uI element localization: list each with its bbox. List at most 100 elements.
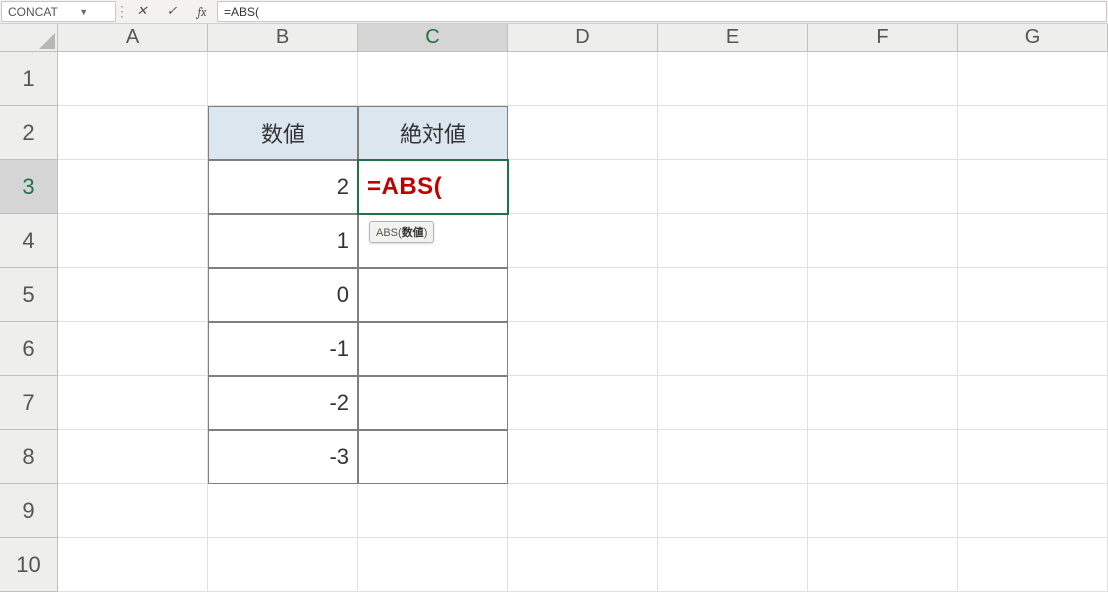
cell-B9[interactable] (208, 484, 358, 538)
cell-D1[interactable] (508, 52, 658, 106)
cell-F5[interactable] (808, 268, 958, 322)
cell-B3[interactable]: 2 (208, 160, 358, 214)
insert-function-button[interactable]: fx (187, 0, 217, 23)
name-box-dropdown-icon[interactable]: ▼ (59, 7, 110, 17)
row-header-6[interactable]: 6 (0, 322, 58, 376)
cell-A8[interactable] (58, 430, 208, 484)
cell-B4[interactable]: 1 (208, 214, 358, 268)
cell-B2[interactable]: 数値 (208, 106, 358, 160)
cell-D5[interactable] (508, 268, 658, 322)
cell-E8[interactable] (658, 430, 808, 484)
cell-E5[interactable] (658, 268, 808, 322)
cell-C2[interactable]: 絶対値 (358, 106, 508, 160)
row-8: 8 -3 (0, 430, 1108, 484)
cell-G10[interactable] (958, 538, 1108, 592)
row-6: 6 -1 (0, 322, 1108, 376)
cell-G1[interactable] (958, 52, 1108, 106)
cell-F10[interactable] (808, 538, 958, 592)
formula-input[interactable]: =ABS( (217, 1, 1107, 22)
cell-G5[interactable] (958, 268, 1108, 322)
cell-B1[interactable] (208, 52, 358, 106)
cell-C8[interactable] (358, 430, 508, 484)
cell-A7[interactable] (58, 376, 208, 430)
row-5: 5 0 (0, 268, 1108, 322)
cell-E1[interactable] (658, 52, 808, 106)
col-header-D[interactable]: D (508, 24, 658, 52)
row-header-7[interactable]: 7 (0, 376, 58, 430)
cell-C9[interactable] (358, 484, 508, 538)
cell-E7[interactable] (658, 376, 808, 430)
row-header-9[interactable]: 9 (0, 484, 58, 538)
cell-E6[interactable] (658, 322, 808, 376)
col-header-A[interactable]: A (58, 24, 208, 52)
cell-B5[interactable]: 0 (208, 268, 358, 322)
function-tooltip[interactable]: ABS(数値) (369, 221, 434, 243)
cell-B7[interactable]: -2 (208, 376, 358, 430)
cell-G3[interactable] (958, 160, 1108, 214)
row-header-4[interactable]: 4 (0, 214, 58, 268)
row-header-5[interactable]: 5 (0, 268, 58, 322)
enter-button[interactable]: ✓ (157, 0, 187, 23)
cell-D4[interactable] (508, 214, 658, 268)
row-4: 4 1 (0, 214, 1108, 268)
cell-E10[interactable] (658, 538, 808, 592)
cell-D7[interactable] (508, 376, 658, 430)
cell-F2[interactable] (808, 106, 958, 160)
cell-F3[interactable] (808, 160, 958, 214)
cell-D6[interactable] (508, 322, 658, 376)
cell-A1[interactable] (58, 52, 208, 106)
cell-B10[interactable] (208, 538, 358, 592)
cell-D10[interactable] (508, 538, 658, 592)
row-9: 9 (0, 484, 1108, 538)
cell-F7[interactable] (808, 376, 958, 430)
cell-C10[interactable] (358, 538, 508, 592)
cell-F6[interactable] (808, 322, 958, 376)
cell-D3[interactable] (508, 160, 658, 214)
col-header-C[interactable]: C (358, 24, 508, 52)
cancel-button[interactable]: ✕ (127, 0, 157, 23)
cell-A3[interactable] (58, 160, 208, 214)
cell-A10[interactable] (58, 538, 208, 592)
cell-D8[interactable] (508, 430, 658, 484)
cell-F1[interactable] (808, 52, 958, 106)
cell-G4[interactable] (958, 214, 1108, 268)
cell-G2[interactable] (958, 106, 1108, 160)
row-header-3[interactable]: 3 (0, 160, 58, 214)
row-header-8[interactable]: 8 (0, 430, 58, 484)
row-header-10[interactable]: 10 (0, 538, 58, 592)
cell-C1[interactable] (358, 52, 508, 106)
cell-F4[interactable] (808, 214, 958, 268)
cell-G9[interactable] (958, 484, 1108, 538)
cell-C7[interactable] (358, 376, 508, 430)
cell-E9[interactable] (658, 484, 808, 538)
cell-D9[interactable] (508, 484, 658, 538)
cell-G8[interactable] (958, 430, 1108, 484)
cell-F9[interactable] (808, 484, 958, 538)
cell-A4[interactable] (58, 214, 208, 268)
col-header-B[interactable]: B (208, 24, 358, 52)
select-all-corner[interactable] (0, 24, 58, 52)
row-header-2[interactable]: 2 (0, 106, 58, 160)
cell-B6[interactable]: -1 (208, 322, 358, 376)
cell-E4[interactable] (658, 214, 808, 268)
cell-A2[interactable] (58, 106, 208, 160)
cell-A9[interactable] (58, 484, 208, 538)
col-header-G[interactable]: G (958, 24, 1108, 52)
cell-A6[interactable] (58, 322, 208, 376)
col-header-E[interactable]: E (658, 24, 808, 52)
cell-B8[interactable]: -3 (208, 430, 358, 484)
cell-C3[interactable]: =ABS( ABS(数値) (358, 160, 508, 214)
cell-C5[interactable] (358, 268, 508, 322)
row-10: 10 (0, 538, 1108, 592)
row-header-1[interactable]: 1 (0, 52, 58, 106)
cell-G7[interactable] (958, 376, 1108, 430)
cell-E3[interactable] (658, 160, 808, 214)
cell-F8[interactable] (808, 430, 958, 484)
cell-E2[interactable] (658, 106, 808, 160)
cell-D2[interactable] (508, 106, 658, 160)
col-header-F[interactable]: F (808, 24, 958, 52)
cell-C6[interactable] (358, 322, 508, 376)
cell-G6[interactable] (958, 322, 1108, 376)
name-box[interactable]: CONCAT ▼ (1, 1, 116, 22)
cell-A5[interactable] (58, 268, 208, 322)
